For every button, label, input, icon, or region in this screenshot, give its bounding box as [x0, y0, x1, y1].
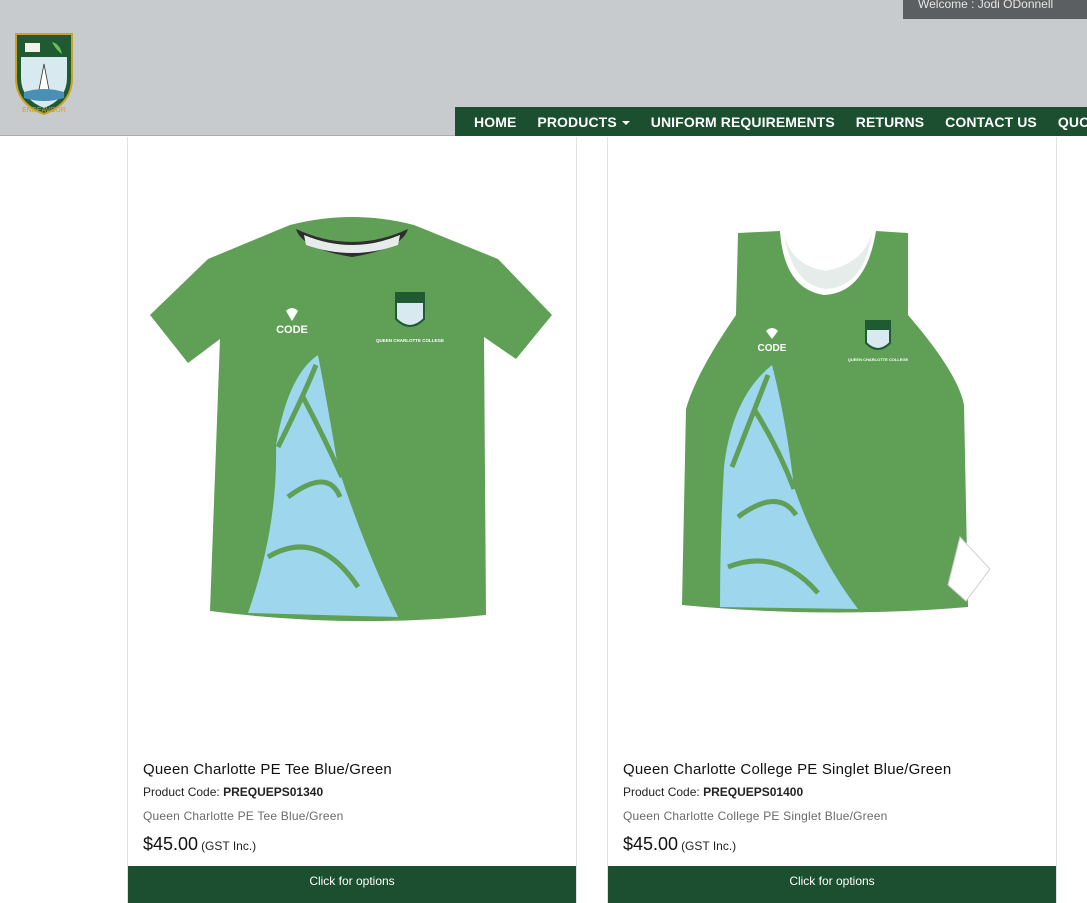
- welcome-user-text: Welcome : Jodi ODonnell: [903, 0, 1087, 19]
- school-crest-logo[interactable]: ENDEAVOUR: [12, 28, 76, 116]
- price-value: $45.00: [143, 834, 199, 854]
- nav-returns[interactable]: RETURNS: [856, 114, 924, 130]
- product-image-singlet[interactable]: CODE QUEEN CHARLOTTE COLLEGE: [608, 197, 1056, 717]
- site-header: ENDEAVOUR Welcome : Jodi ODonnell HOME P…: [0, 0, 1087, 136]
- product-card[interactable]: CODE QUEEN CHARLOTTE COLLEGE Queen Charl…: [127, 137, 577, 903]
- product-card[interactable]: CODE QUEEN CHARLOTTE COLLEGE Queen Charl…: [607, 137, 1057, 903]
- product-code-label: Product Code:: [143, 785, 220, 799]
- product-price: $45.00 (GST Inc.): [143, 834, 256, 855]
- gst-note: (GST Inc.): [201, 839, 257, 853]
- click-for-options-button[interactable]: Click for options: [608, 866, 1056, 903]
- product-name[interactable]: Queen Charlotte College PE Singlet Blue/…: [623, 761, 951, 778]
- product-price: $45.00 (GST Inc.): [623, 834, 736, 855]
- price-value: $45.00: [623, 834, 679, 854]
- nav-home[interactable]: HOME: [474, 114, 516, 130]
- svg-text:CODE: CODE: [758, 343, 787, 354]
- main-nav: HOME PRODUCTS UNIFORM REQUIREMENTS RETUR…: [455, 107, 1087, 136]
- nav-products[interactable]: PRODUCTS: [537, 113, 630, 130]
- svg-text:QUEEN CHARLOTTE COLLEGE: QUEEN CHARLOTTE COLLEGE: [848, 357, 909, 362]
- product-name[interactable]: Queen Charlotte PE Tee Blue/Green: [143, 761, 392, 778]
- chevron-down-icon: [621, 120, 630, 125]
- svg-text:QUEEN CHARLOTTE COLLEGE: QUEEN CHARLOTTE COLLEGE: [376, 338, 444, 343]
- nav-contact-us[interactable]: CONTACT US: [945, 114, 1037, 130]
- nav-quote[interactable]: QUOTE R: [1058, 114, 1087, 130]
- click-for-options-button[interactable]: Click for options: [128, 866, 576, 903]
- gst-note: (GST Inc.): [681, 839, 737, 853]
- product-code: Product Code: PREQUEPS01400: [623, 785, 803, 799]
- product-code: Product Code: PREQUEPS01340: [143, 785, 323, 799]
- product-description: Queen Charlotte PE Tee Blue/Green: [143, 809, 344, 823]
- nav-uniform-requirements[interactable]: UNIFORM REQUIREMENTS: [651, 114, 835, 130]
- nav-products-label: PRODUCTS: [537, 113, 617, 130]
- svg-text:ENDEAVOUR: ENDEAVOUR: [22, 107, 66, 114]
- product-image-tee[interactable]: CODE QUEEN CHARLOTTE COLLEGE: [128, 197, 576, 717]
- product-code-label: Product Code:: [623, 785, 700, 799]
- product-description: Queen Charlotte College PE Singlet Blue/…: [623, 809, 888, 823]
- product-code-value: PREQUEPS01340: [223, 785, 324, 799]
- product-code-value: PREQUEPS01400: [703, 785, 804, 799]
- svg-text:CODE: CODE: [276, 324, 308, 336]
